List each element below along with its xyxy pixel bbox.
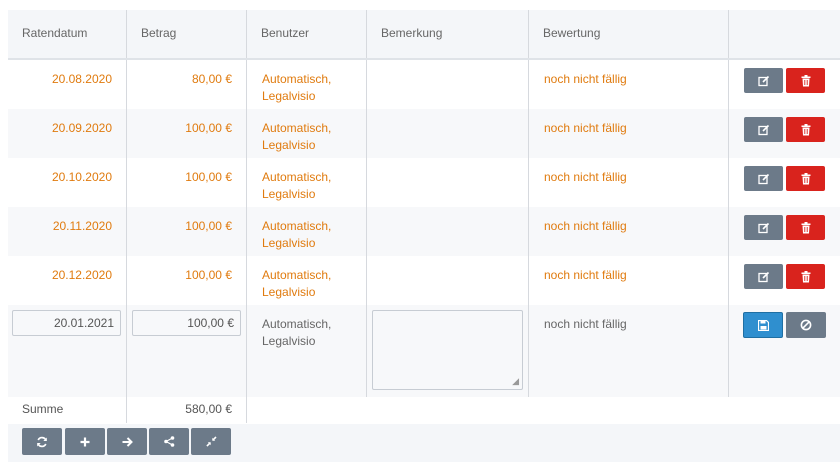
cell-user: Automatisch, Legalvisio	[247, 256, 367, 305]
col-header-actions	[729, 10, 840, 58]
delete-button[interactable]	[786, 117, 825, 142]
cell-amount: 100,00 €	[127, 109, 247, 158]
edit-icon	[757, 222, 770, 234]
cell-date: 20.09.2020	[8, 109, 127, 158]
col-header-user[interactable]: Benutzer	[247, 10, 367, 58]
edit-button[interactable]	[744, 264, 783, 289]
refresh-button[interactable]	[22, 428, 62, 455]
col-header-note[interactable]: Bemerkung	[367, 10, 529, 58]
share-icon	[163, 436, 175, 447]
cell-note	[367, 207, 529, 256]
edit-icon	[757, 124, 770, 136]
cell-user: Automatisch, Legalvisio	[247, 60, 367, 109]
cell-amount	[127, 305, 247, 397]
summary-label: Summe	[8, 396, 127, 423]
cell-date: 20.12.2020	[8, 256, 127, 305]
col-header-date[interactable]: Ratendatum	[8, 10, 127, 58]
cell-user: Automatisch, Legalvisio	[247, 109, 367, 158]
summary-row: Summe 580,00 €	[8, 396, 840, 423]
cell-actions	[729, 158, 840, 207]
installments-table: Ratendatum Betrag Benutzer Bemerkung Bew…	[8, 10, 840, 397]
cell-note	[367, 158, 529, 207]
table-row: 20.10.2020 100,00 € Automatisch, Legalvi…	[8, 158, 840, 207]
cell-note: ◢	[367, 305, 529, 397]
add-button[interactable]	[65, 428, 105, 455]
col-header-amount[interactable]: Betrag	[127, 10, 247, 58]
bottom-toolbar	[8, 424, 840, 462]
table-row-editing: Automatisch, Legalvisio ◢ noch nicht fäl…	[8, 305, 840, 397]
cell-actions	[729, 207, 840, 256]
edit-icon	[757, 173, 770, 185]
cell-user: Automatisch, Legalvisio	[247, 158, 367, 207]
save-button[interactable]	[743, 312, 783, 338]
resize-grip-icon[interactable]: ◢	[512, 376, 519, 387]
delete-button[interactable]	[786, 166, 825, 191]
cell-note	[367, 256, 529, 305]
date-input[interactable]	[12, 310, 121, 336]
compress-icon	[205, 436, 217, 447]
edit-icon	[757, 75, 770, 87]
cell-date: 20.08.2020	[8, 60, 127, 109]
summary-value: 580,00 €	[127, 396, 247, 423]
cell-evaluation: noch nicht fällig	[529, 305, 729, 397]
table-row: 20.11.2020 100,00 € Automatisch, Legalvi…	[8, 207, 840, 256]
cell-evaluation: noch nicht fällig	[529, 60, 729, 109]
share-button[interactable]	[149, 428, 189, 455]
trash-icon	[801, 221, 811, 234]
table-row: 20.08.2020 80,00 € Automatisch, Legalvis…	[8, 60, 840, 109]
trash-icon	[801, 74, 811, 87]
save-icon	[757, 319, 769, 331]
cell-amount: 100,00 €	[127, 256, 247, 305]
edit-button[interactable]	[744, 166, 783, 191]
cancel-icon	[800, 319, 812, 331]
table-row: 20.09.2020 100,00 € Automatisch, Legalvi…	[8, 109, 840, 158]
cell-actions	[729, 256, 840, 305]
edit-button[interactable]	[744, 215, 783, 240]
cell-evaluation: noch nicht fällig	[529, 109, 729, 158]
cell-note	[367, 109, 529, 158]
delete-button[interactable]	[786, 264, 825, 289]
note-textarea[interactable]	[372, 310, 523, 390]
cell-amount: 80,00 €	[127, 60, 247, 109]
amount-input[interactable]	[132, 310, 241, 336]
edit-button[interactable]	[744, 68, 783, 93]
col-header-evaluation[interactable]: Bewertung	[529, 10, 729, 58]
forward-button[interactable]	[107, 428, 147, 455]
cell-actions	[729, 60, 840, 109]
cell-date: 20.10.2020	[8, 158, 127, 207]
plus-icon	[80, 437, 90, 447]
cell-date	[8, 305, 127, 397]
table-row: 20.12.2020 100,00 € Automatisch, Legalvi…	[8, 256, 840, 305]
edit-icon	[757, 271, 770, 283]
trash-icon	[801, 270, 811, 283]
cell-amount: 100,00 €	[127, 207, 247, 256]
trash-icon	[801, 123, 811, 136]
cell-amount: 100,00 €	[127, 158, 247, 207]
delete-button[interactable]	[786, 68, 825, 93]
cell-evaluation: noch nicht fällig	[529, 158, 729, 207]
cell-user: Automatisch, Legalvisio	[247, 305, 367, 397]
edit-button[interactable]	[744, 117, 783, 142]
cell-date: 20.11.2020	[8, 207, 127, 256]
delete-button[interactable]	[786, 215, 825, 240]
cell-user: Automatisch, Legalvisio	[247, 207, 367, 256]
cancel-button[interactable]	[786, 312, 826, 338]
cell-note	[367, 60, 529, 109]
cell-actions	[729, 305, 840, 397]
cell-evaluation: noch nicht fällig	[529, 256, 729, 305]
cell-actions	[729, 109, 840, 158]
trash-icon	[801, 172, 811, 185]
compress-button[interactable]	[191, 428, 231, 455]
table-header: Ratendatum Betrag Benutzer Bemerkung Bew…	[8, 10, 840, 60]
arrow-right-icon	[122, 436, 133, 447]
cell-evaluation: noch nicht fällig	[529, 207, 729, 256]
refresh-icon	[36, 436, 48, 448]
